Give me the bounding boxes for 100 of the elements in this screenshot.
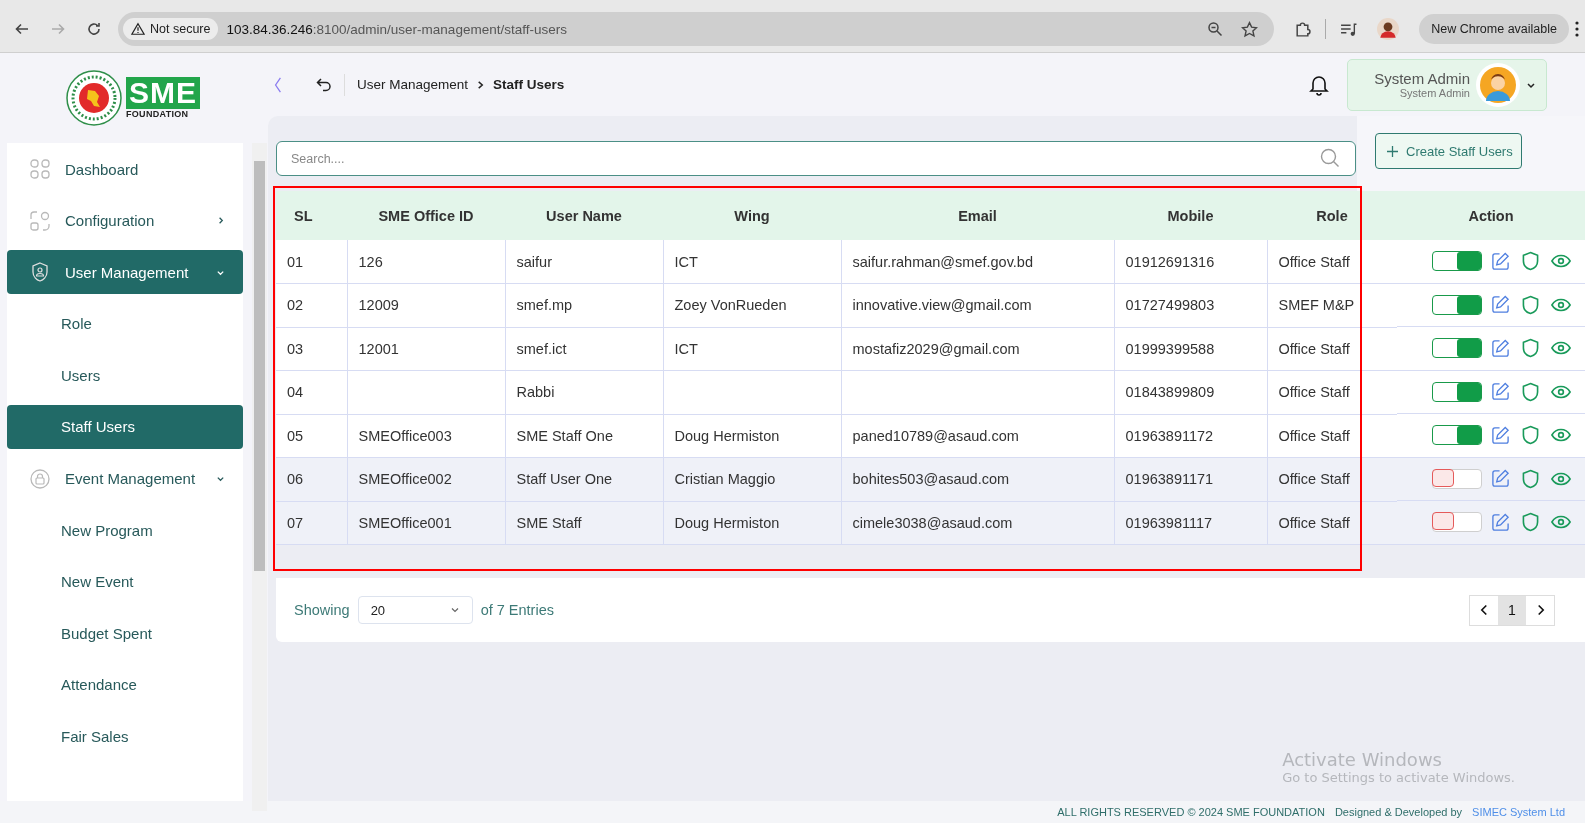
breadcrumb-link[interactable]: User Management [357,77,469,92]
table-cell: innovative.view@gmail.com [841,283,1114,327]
extensions-icon[interactable] [1294,20,1312,38]
sidebar-item[interactable]: Dashboard [7,147,243,191]
copyright-text: ALL RIGHTS RESERVED © 2024 SME FOUNDATION [1057,806,1325,818]
emblem-icon [66,70,122,126]
showing-label: Showing [294,602,350,618]
page-size-select[interactable]: 20 [357,596,473,624]
notification-bell-icon[interactable] [1309,73,1329,96]
back-icon[interactable] [14,21,30,37]
table-cell: cimele3038@asaud.com [841,501,1114,545]
star-icon[interactable] [1241,20,1259,38]
edit-icon[interactable] [1491,469,1510,489]
menu-icon[interactable] [1575,21,1579,37]
shield-icon[interactable] [1522,251,1539,272]
table-cell: 01727499803 [1114,283,1267,327]
status-toggle[interactable] [1432,294,1482,315]
update-button[interactable]: New Chrome available [1419,14,1569,44]
table-cell: saifur [505,240,663,284]
edit-icon[interactable] [1491,512,1510,532]
view-icon[interactable] [1551,384,1571,399]
breadcrumb-current: Staff Users [493,77,565,92]
sidebar-item[interactable]: New Event [7,559,243,604]
create-button[interactable]: Create Staff Users [1375,133,1522,169]
table-cell: smef.ict [505,327,663,371]
status-toggle[interactable] [1432,468,1482,489]
table-cell: 01963891172 [1114,414,1267,458]
profile-avatar[interactable] [1377,18,1400,40]
page-button[interactable]: 1 [1498,595,1526,625]
shield-icon[interactable] [1522,512,1539,533]
reload-icon[interactable] [86,21,102,37]
column-header: SME Office ID [347,191,505,240]
shield-user-icon [30,262,50,283]
table-cell: Rabbi [505,370,663,414]
view-icon[interactable] [1551,515,1571,530]
table-cell: SMEOffice001 [347,501,505,545]
plus-icon [1387,145,1398,157]
table-cell: smef.mp [505,283,663,327]
column-header: SL [276,191,347,240]
warning-icon [131,22,145,36]
shield-icon[interactable] [1522,338,1539,359]
shield-icon[interactable] [1522,425,1539,446]
user-menu[interactable]: System Admin System Admin [1347,58,1547,111]
edit-icon[interactable] [1491,382,1510,402]
view-icon[interactable] [1551,341,1571,356]
entries-count: of 7 Entries [480,602,554,618]
table-cell: 03 [276,327,347,371]
avatar-icon [1476,62,1520,107]
media-icon[interactable] [1340,20,1358,38]
table-cell: Office Staff [1267,501,1397,545]
sidebar-item[interactable]: Role [7,301,243,346]
table-cell: SME Staff One [505,414,663,458]
status-toggle[interactable] [1432,512,1482,533]
table-cell: Doug Hermiston [663,414,841,458]
table-cell: ICT [663,327,841,371]
collapse-icon[interactable] [274,75,282,94]
search-field[interactable]: Search.... [276,141,1356,176]
sidebar-item[interactable]: Budget Spent [7,611,243,656]
security-chip[interactable]: Not secure [123,18,219,40]
status-toggle[interactable] [1432,251,1482,272]
status-toggle[interactable] [1432,338,1482,359]
edit-icon[interactable] [1491,425,1510,445]
table-cell: SMEOffice002 [347,457,505,501]
sidebar-item[interactable]: User Management [7,250,243,295]
edit-icon[interactable] [1491,251,1510,271]
view-icon[interactable] [1551,471,1571,486]
column-header: User Name [505,191,663,240]
edit-icon[interactable] [1491,338,1510,358]
table-cell: Office Staff [1267,327,1397,371]
table-cell: Office Staff [1267,414,1397,458]
table-cell: mostafiz2029@gmail.com [841,327,1114,371]
sidebar-item[interactable]: Users [7,353,243,398]
address-bar[interactable]: Not secure 103.84.36.246:8100/admin/user-management/staff-users [118,12,1275,46]
table-cell: paned10789@asaud.com [841,414,1114,458]
chevron-down-icon [449,605,460,615]
shield-icon[interactable] [1522,468,1539,489]
table-cell: ICT [663,240,841,284]
scrollbar[interactable] [252,143,267,811]
view-icon[interactable] [1551,254,1571,269]
sidebar-item[interactable]: Staff Users [7,404,243,449]
sidebar-item[interactable]: Fair Sales [7,714,243,759]
zoom-icon[interactable] [1207,21,1224,37]
sidebar-item[interactable]: Attendance [7,662,243,707]
view-icon[interactable] [1551,297,1571,312]
view-icon[interactable] [1551,428,1571,443]
logo-text: SME [126,77,200,109]
edit-icon[interactable] [1491,295,1510,315]
table-cell: 01912691316 [1114,240,1267,284]
shield-icon[interactable] [1522,381,1539,402]
sidebar-item[interactable]: Event Management [7,456,243,501]
undo-icon[interactable] [316,76,332,93]
table-cell: SMEOffice003 [347,414,505,458]
shield-icon[interactable] [1522,294,1539,315]
status-toggle[interactable] [1432,425,1482,446]
sidebar-item[interactable]: Configuration [7,198,243,243]
status-toggle[interactable] [1432,381,1482,402]
sidebar-item[interactable]: New Program [7,508,243,553]
table-cell: Office Staff [1267,370,1397,414]
table-cell: 01999399588 [1114,327,1267,371]
table-cell: SMEF M&P [1267,283,1397,327]
